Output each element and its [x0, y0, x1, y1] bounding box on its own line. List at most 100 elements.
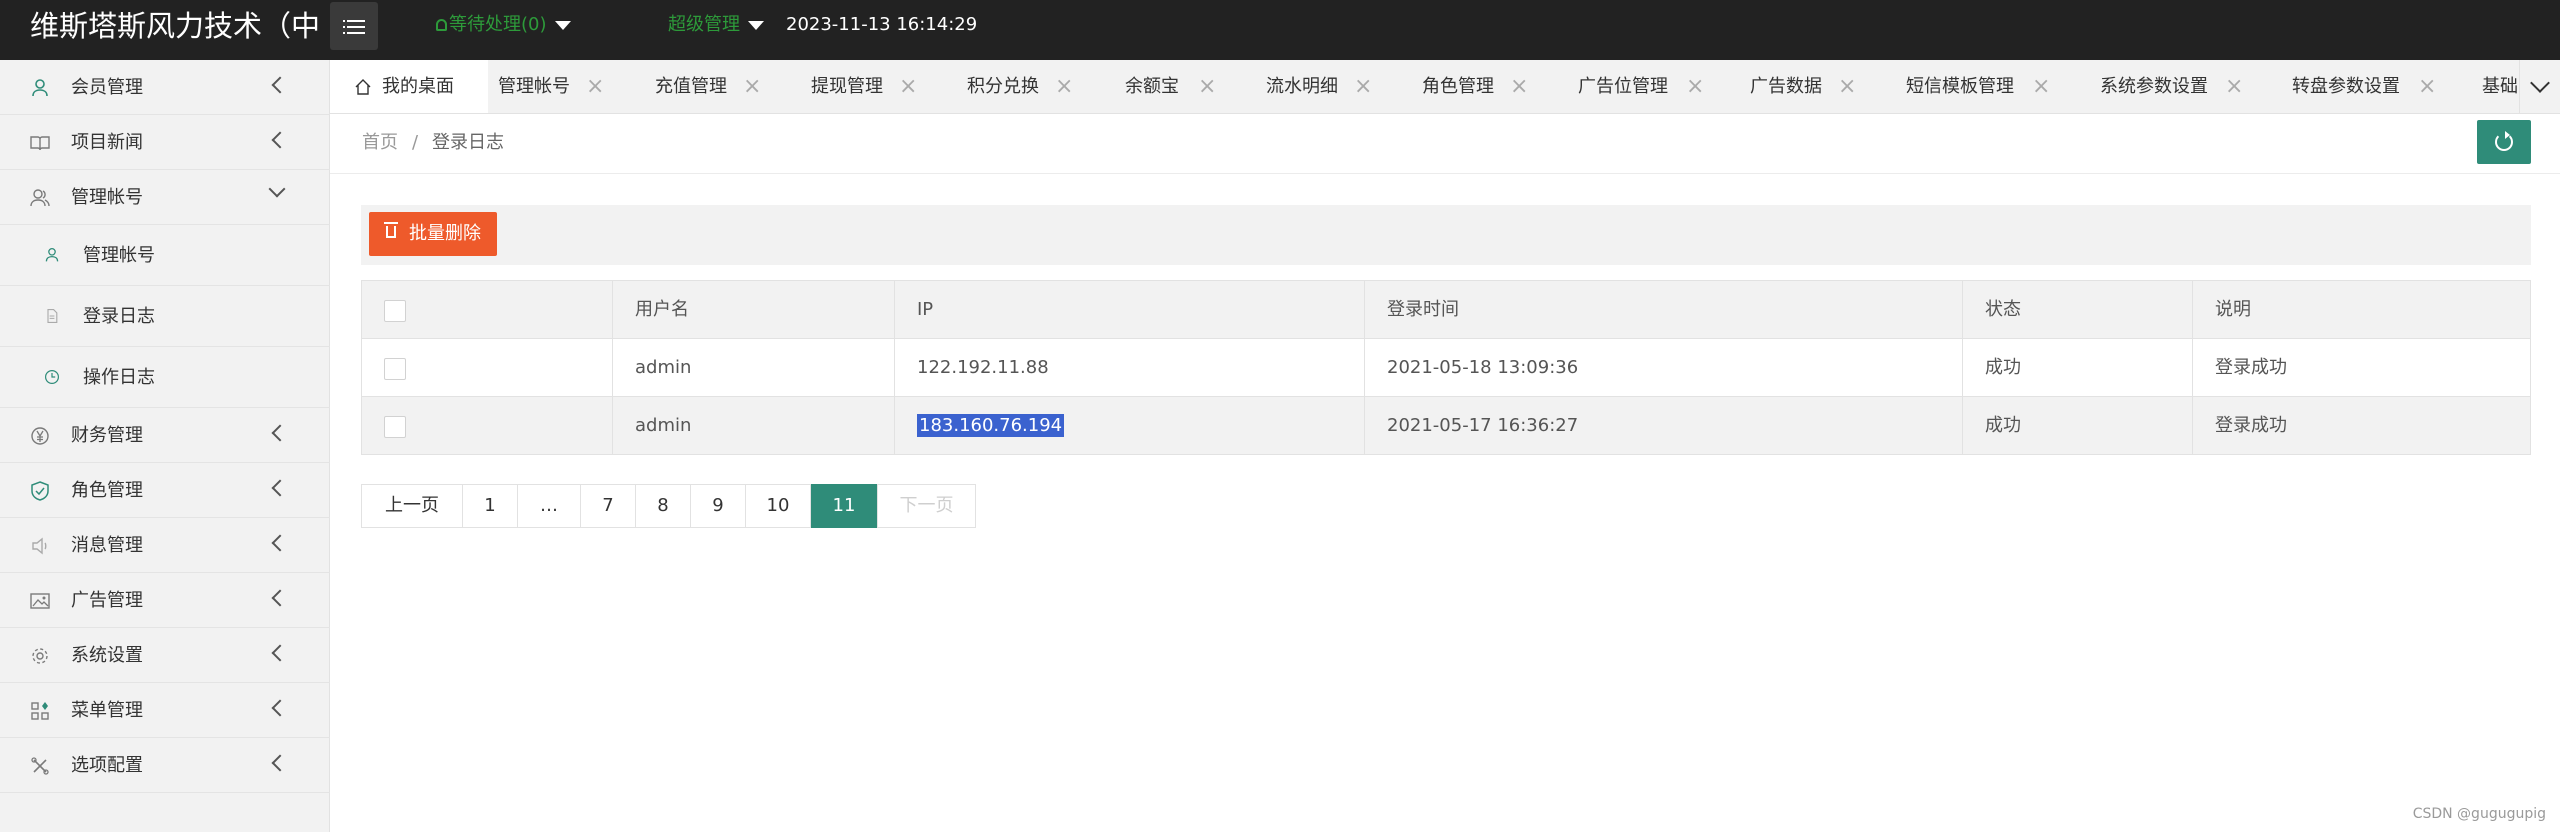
cell-ip: 122.192.11.88 — [894, 339, 1364, 397]
row-checkbox[interactable] — [384, 416, 406, 438]
clock-icon — [45, 370, 59, 384]
user-icon — [32, 79, 48, 97]
chevron-left-icon — [271, 534, 289, 552]
page-button[interactable]: 8 — [635, 484, 691, 528]
tab-label: 短信模板管理 — [1906, 76, 2014, 97]
page-button[interactable]: 10 — [745, 484, 811, 528]
tab-label: 积分兑换 — [967, 76, 1039, 97]
sidebar-item-news[interactable]: 项目新闻 — [0, 115, 330, 170]
select-all-checkbox[interactable] — [384, 300, 406, 322]
file-icon — [47, 309, 58, 323]
close-icon[interactable]: × — [1198, 60, 1216, 113]
batch-delete-button[interactable]: 批量删除 — [369, 212, 497, 256]
grid-icon — [31, 702, 49, 720]
toolbar — [361, 205, 2531, 265]
sidebar-item-menus[interactable]: 菜单管理 — [0, 683, 330, 738]
sidebar-item-label: 菜单管理 — [71, 700, 143, 721]
tab-label: 提现管理 — [811, 76, 883, 97]
current-datetime: 2023-11-13 16:14:29 — [786, 14, 978, 35]
close-icon[interactable]: × — [2418, 60, 2436, 113]
admin-user-menu[interactable]: 超级管理 — [668, 0, 764, 50]
selected-text[interactable]: 183.160.76.194 — [917, 414, 1065, 437]
tab-admin-accounts[interactable]: 管理帐号 — [498, 60, 570, 113]
sidebar-item-label: 系统设置 — [71, 645, 143, 666]
speaker-icon — [32, 537, 47, 555]
tab-label: 角色管理 — [1422, 76, 1494, 97]
sidebar-item-label: 财务管理 — [71, 425, 143, 446]
tools-icon — [31, 757, 49, 775]
sidebar-item-members[interactable]: 会员管理 — [0, 60, 330, 115]
tab-ad-slots[interactable]: 广告位管理 — [1578, 60, 1668, 113]
row-checkbox[interactable] — [384, 358, 406, 380]
page-button[interactable]: 7 — [580, 484, 636, 528]
app-logo: 维斯塔斯风力技术（中 — [30, 9, 321, 43]
chevron-down-icon — [2530, 73, 2550, 93]
close-icon[interactable]: × — [1354, 60, 1372, 113]
tab-label: 广告位管理 — [1578, 76, 1668, 97]
close-icon[interactable]: × — [1838, 60, 1856, 113]
prev-page-button[interactable]: 上一页 — [361, 484, 463, 528]
close-icon[interactable]: × — [1510, 60, 1528, 113]
pending-tasks-menu[interactable]: 等待处理(0) — [436, 0, 571, 50]
close-icon[interactable]: × — [2225, 60, 2243, 113]
close-icon[interactable]: × — [1055, 60, 1073, 113]
refresh-button[interactable] — [2477, 120, 2531, 164]
tab-basic[interactable]: 基础 — [2482, 60, 2518, 113]
cell-username: admin — [612, 397, 894, 455]
breadcrumb-current: 登录日志 — [432, 132, 504, 153]
tab-label: 流水明细 — [1266, 76, 1338, 97]
sidebar-item-ads[interactable]: 广告管理 — [0, 573, 330, 628]
sidebar-item-messages[interactable]: 消息管理 — [0, 518, 330, 573]
sidebar-item-system-settings[interactable]: 系统设置 — [0, 628, 330, 683]
sidebar-item-options[interactable]: 选项配置 — [0, 738, 330, 793]
page-button[interactable]: 9 — [690, 484, 746, 528]
tab-withdraw[interactable]: 提现管理 — [811, 60, 883, 113]
sidebar-item-label: 选项配置 — [71, 755, 143, 776]
cell-status: 成功 — [1962, 397, 2192, 455]
sidebar-subitem-operation-log[interactable]: 操作日志 — [0, 347, 330, 408]
tab-ad-data[interactable]: 广告数据 — [1750, 60, 1822, 113]
chevron-left-icon — [271, 589, 289, 607]
tabs-more-button[interactable] — [2519, 60, 2560, 113]
next-page-button[interactable]: 下一页 — [877, 484, 976, 528]
tab-label: 基础 — [2482, 76, 2518, 97]
sidebar-item-roles[interactable]: 角色管理 — [0, 463, 330, 518]
trash-icon — [384, 222, 398, 238]
sidebar-subitem-admin-accounts[interactable]: 管理帐号 — [0, 225, 330, 286]
sidebar-subitem-label: 登录日志 — [83, 306, 155, 327]
tab-system-params[interactable]: 系统参数设置 — [2100, 60, 2208, 113]
tab-sms-templates[interactable]: 短信模板管理 — [1906, 60, 2014, 113]
top-bar: 维斯塔斯风力技术（中 等待处理(0) 超级管理 2023-11-13 16:14… — [0, 0, 2560, 60]
sidebar-item-admin-accounts[interactable]: 管理帐号 — [0, 170, 330, 225]
page-button[interactable]: 1 — [462, 484, 518, 528]
tab-recharge[interactable]: 充值管理 — [655, 60, 727, 113]
close-icon[interactable]: × — [899, 60, 917, 113]
tab-points-exchange[interactable]: 积分兑换 — [967, 60, 1039, 113]
close-icon[interactable]: × — [1686, 60, 1704, 113]
tab-transactions[interactable]: 流水明细 — [1266, 60, 1338, 113]
close-icon[interactable]: × — [743, 60, 761, 113]
tab-my-desktop[interactable]: 我的桌面 — [330, 60, 488, 113]
gear-icon — [32, 648, 48, 664]
sidebar-item-label: 角色管理 — [71, 480, 143, 501]
tab-yuebao[interactable]: 余额宝 — [1125, 60, 1179, 113]
chevron-left-icon — [271, 76, 289, 94]
close-icon[interactable]: × — [586, 60, 604, 113]
breadcrumb-home-link[interactable]: 首页 — [362, 114, 398, 172]
tab-wheel-params[interactable]: 转盘参数设置 — [2292, 60, 2400, 113]
menu-toggle-button[interactable] — [330, 2, 378, 50]
sidebar-item-finance[interactable]: 财务管理 — [0, 408, 330, 463]
column-header-username: 用户名 — [612, 281, 894, 339]
cell-login-time: 2021-05-18 13:09:36 — [1364, 339, 1962, 397]
image-icon — [30, 593, 50, 609]
table-row: admin 183.160.76.194 2021-05-17 16:36:27… — [361, 397, 2531, 455]
close-icon[interactable]: × — [2032, 60, 2050, 113]
column-header-login-time: 登录时间 — [1364, 281, 1962, 339]
tab-roles[interactable]: 角色管理 — [1422, 60, 1494, 113]
sidebar-subitem-login-log[interactable]: 登录日志 — [0, 286, 330, 347]
breadcrumb-separator: / — [412, 132, 419, 153]
chevron-left-icon — [271, 644, 289, 662]
sidebar-subitem-label: 操作日志 — [83, 367, 155, 388]
sidebar-item-label: 会员管理 — [71, 77, 143, 98]
page-button-current[interactable]: 11 — [811, 484, 877, 528]
